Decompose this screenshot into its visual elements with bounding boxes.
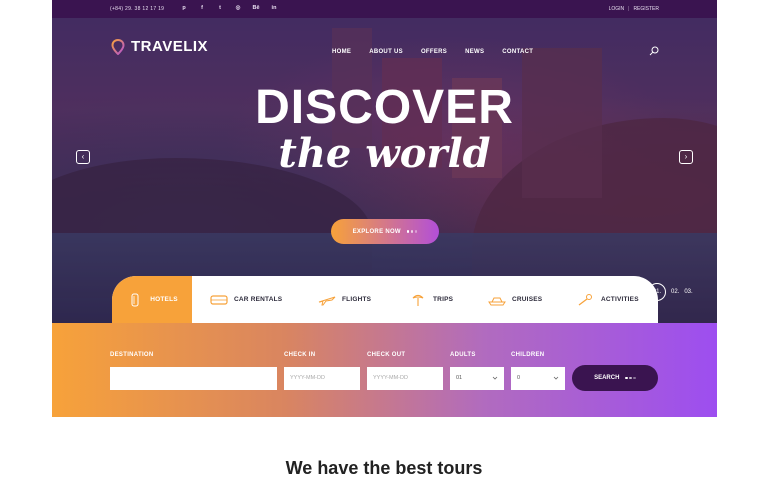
pinterest-icon[interactable]: p — [180, 4, 188, 12]
tab-trips-label: TRIPS — [433, 296, 454, 303]
airplane-icon — [318, 296, 336, 305]
logo-text: TRAVELIX — [131, 38, 209, 55]
nav-item-news[interactable]: NEWS — [465, 49, 484, 55]
activities-icon — [578, 293, 592, 305]
dots-icon — [625, 376, 636, 380]
nav-item-contact[interactable]: CONTACT — [502, 49, 533, 55]
behance-icon[interactable]: Bē — [252, 4, 260, 12]
bus-icon — [210, 294, 228, 305]
dots-icon — [406, 230, 418, 233]
tab-flights[interactable]: FLIGHTS — [318, 276, 371, 323]
main-nav: HOME ABOUT US OFFERS NEWS CONTACT — [332, 49, 533, 55]
search-icon[interactable] — [649, 46, 659, 56]
search-panel: DESTINATION CHECK IN YYYY-MM-DD CHECK OU… — [52, 323, 717, 417]
children-label: CHILDREN — [511, 352, 545, 358]
facebook-icon[interactable]: f — [198, 4, 206, 12]
tab-hotels[interactable]: HOTELS — [112, 276, 192, 323]
children-select[interactable]: 0 — [511, 367, 565, 390]
adults-label: ADULTS — [450, 352, 476, 358]
section-title: We have the best tours — [285, 458, 483, 478]
location-pin-icon — [111, 38, 125, 55]
tab-hotels-label: HOTELS — [150, 296, 178, 303]
adults-select[interactable]: 01 — [450, 367, 504, 390]
nav-item-home[interactable]: HOME — [332, 49, 351, 55]
adults-value: 01 — [456, 375, 463, 381]
suitcase-icon — [131, 293, 139, 306]
hero-subtitle: the world — [278, 130, 491, 177]
chevron-down-icon — [553, 376, 559, 380]
search-button[interactable]: SEARCH — [572, 365, 658, 391]
auth-links: LOGIN | REGISTER — [609, 6, 659, 12]
checkin-input[interactable]: YYYY-MM-DD — [284, 367, 360, 390]
search-tabs: HOTELS CAR RENTALS FLIGHTS TRIPS CRUISES… — [112, 276, 658, 323]
checkout-input[interactable]: YYYY-MM-DD — [367, 367, 443, 390]
page: (+84) 29. 38 12 17 19 p f t ◎ Bē in LOGI… — [52, 0, 717, 417]
checkin-label: CHECK IN — [284, 352, 316, 358]
hero-title: DISCOVER — [255, 81, 514, 134]
tab-cruises-label: CRUISES — [512, 296, 543, 303]
destination-label: DESTINATION — [110, 352, 154, 358]
destination-input[interactable] — [110, 367, 277, 390]
auth-separator: | — [628, 6, 630, 12]
social-links: p f t ◎ Bē in — [180, 4, 278, 12]
slide-1[interactable]: 01. — [648, 283, 666, 301]
explore-now-label: EXPLORE NOW — [352, 228, 401, 235]
ship-icon — [488, 297, 506, 305]
tab-activities[interactable]: ACTIVITIES — [577, 276, 639, 323]
tab-activities-label: ACTIVITIES — [601, 296, 639, 303]
nav-item-about-us[interactable]: ABOUT US — [369, 49, 403, 55]
twitter-icon[interactable]: t — [216, 4, 224, 12]
register-link[interactable]: REGISTER — [633, 6, 659, 12]
slide-3[interactable]: 03. — [684, 289, 692, 295]
logo[interactable]: TRAVELIX — [110, 38, 208, 55]
prev-slide-button[interactable]: ‹ — [76, 150, 90, 164]
nav-item-offers[interactable]: OFFERS — [421, 49, 447, 55]
phone-number: (+84) 29. 38 12 17 19 — [110, 6, 165, 12]
checkout-label: CHECK OUT — [367, 352, 406, 358]
tab-car-rentals-label: CAR RENTALS — [234, 296, 283, 303]
slide-2[interactable]: 02. — [671, 289, 679, 295]
dribbble-icon[interactable]: ◎ — [234, 4, 242, 12]
linkedin-icon[interactable]: in — [270, 4, 278, 12]
tab-car-rentals[interactable]: CAR RENTALS — [210, 276, 282, 323]
tab-cruises[interactable]: CRUISES — [488, 276, 542, 323]
slide-indicator: 01. 02. 03. — [648, 283, 693, 301]
explore-now-button[interactable]: EXPLORE NOW — [331, 219, 439, 244]
tab-trips[interactable]: TRIPS — [409, 276, 453, 323]
login-link[interactable]: LOGIN — [609, 6, 625, 12]
next-slide-button[interactable]: › — [679, 150, 693, 164]
children-value: 0 — [517, 375, 521, 381]
search-button-label: SEARCH — [594, 375, 620, 381]
tab-flights-label: FLIGHTS — [342, 296, 372, 303]
chevron-down-icon — [492, 376, 498, 380]
trips-icon — [412, 294, 424, 306]
top-bar: (+84) 29. 38 12 17 19 p f t ◎ Bē in LOGI… — [52, 0, 717, 18]
